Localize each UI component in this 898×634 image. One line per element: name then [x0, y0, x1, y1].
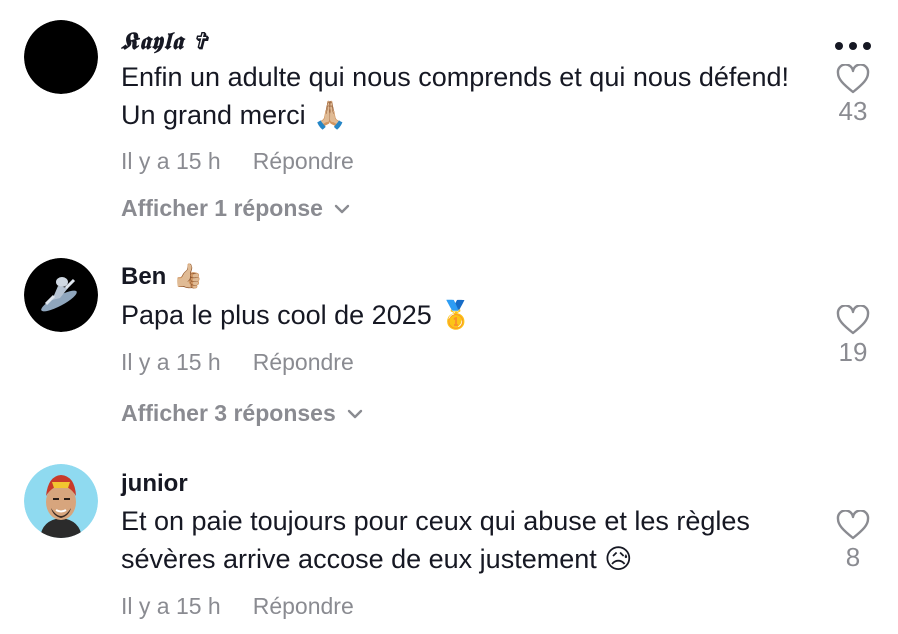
like-count: 19 — [838, 337, 868, 367]
comment-time: Il y a 15 h — [121, 148, 221, 174]
like-button[interactable]: 19 — [822, 305, 884, 368]
like-button[interactable]: 43 — [822, 64, 884, 127]
view-replies-label: Afficher 3 réponses — [121, 400, 336, 426]
chevron-down-icon — [334, 204, 350, 213]
view-replies-button[interactable]: Afficher 3 réponses — [121, 400, 364, 427]
reply-button[interactable]: Répondre — [253, 349, 354, 375]
avatar[interactable] — [24, 20, 98, 94]
avatar[interactable] — [24, 258, 98, 332]
comment-text: Et on paie toujours pour ceux qui abuse … — [121, 506, 750, 574]
view-replies-label: Afficher 1 réponse — [121, 195, 323, 221]
comment-time: Il y a 15 h — [121, 593, 221, 619]
comment-meta: Il y a 15 h Répondre — [121, 349, 354, 376]
like-button[interactable]: 8 — [822, 510, 884, 573]
like-count: 8 — [845, 542, 861, 572]
like-count: 43 — [838, 96, 868, 126]
comment-meta: Il y a 15 h Répondre — [121, 148, 354, 175]
comment-text: Enfin un adulte qui nous comprends et qu… — [121, 62, 789, 130]
heart-icon — [836, 64, 870, 94]
heart-icon — [836, 305, 870, 335]
comment-text: Papa le plus cool de 2025 🥇 — [121, 300, 473, 330]
more-options-icon[interactable] — [834, 38, 872, 56]
comment-username[interactable]: Ben 👍🏼 — [121, 262, 203, 292]
comment-username[interactable]: junior — [121, 469, 188, 499]
reply-button[interactable]: Répondre — [253, 593, 354, 619]
chevron-down-icon — [347, 409, 362, 418]
reply-button[interactable]: Répondre — [253, 148, 354, 174]
view-replies-button[interactable]: Afficher 1 réponse — [121, 195, 351, 222]
comment-username[interactable]: 𝕶𝖆𝖞𝖑𝖆 ✞ — [121, 26, 208, 56]
comment-time: Il y a 15 h — [121, 349, 221, 375]
avatar[interactable] — [24, 464, 98, 538]
heart-icon — [836, 510, 870, 540]
comment-meta: Il y a 15 h Répondre — [121, 593, 354, 620]
